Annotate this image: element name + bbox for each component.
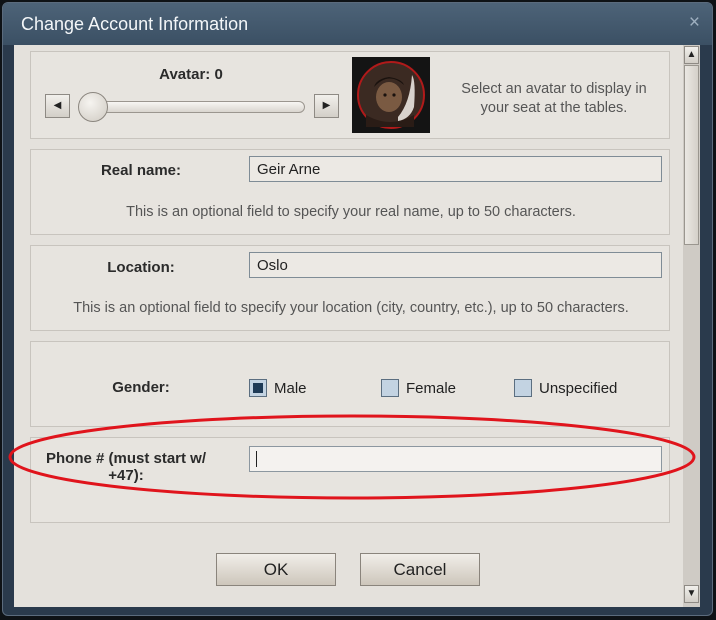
gender-male-checkbox[interactable]	[249, 379, 267, 397]
avatar-slider-track[interactable]	[79, 101, 305, 113]
location-field[interactable]: Oslo	[249, 252, 662, 278]
real-name-field[interactable]: Geir Arne	[249, 156, 662, 182]
real-name-section: Real name: Geir Arne This is an optional…	[30, 149, 670, 235]
checked-mark-icon	[253, 383, 263, 393]
avatar-slider-thumb[interactable]	[78, 92, 108, 122]
phone-field[interactable]	[249, 446, 662, 472]
phone-label: Phone # (must start w/ +47):	[45, 450, 207, 484]
location-help-text: This is an optional field to specify you…	[73, 300, 629, 316]
avatar-portrait-icon	[352, 57, 430, 133]
gender-unspecified-checkbox[interactable]	[514, 379, 532, 397]
avatar-next-button[interactable]: ▶	[314, 94, 339, 118]
gender-section: Gender: Male Female Unspecified	[30, 341, 670, 427]
scrollbar-thumb[interactable]	[684, 65, 699, 245]
avatar-label: Avatar: 0	[159, 66, 223, 83]
ok-button[interactable]: OK	[216, 553, 336, 586]
gender-male-label[interactable]: Male	[274, 380, 307, 397]
gender-label: Gender:	[112, 379, 170, 396]
avatar-prev-button[interactable]: ◀	[45, 94, 70, 118]
gender-unspecified-label[interactable]: Unspecified	[539, 380, 617, 397]
title-bar[interactable]: Change Account Information ×	[3, 3, 712, 45]
vertical-scrollbar[interactable]: ▲ ▼	[683, 45, 700, 607]
real-name-label: Real name:	[100, 162, 182, 179]
scroll-up-icon[interactable]: ▲	[684, 46, 699, 64]
phone-section: Phone # (must start w/ +47):	[30, 437, 670, 523]
cancel-button[interactable]: Cancel	[360, 553, 480, 586]
avatar-section: Avatar: 0 ◀ ▶ Select an avatar to displa…	[30, 51, 670, 139]
avatar-help-text: Select an avatar to display in your seat…	[461, 81, 647, 116]
avatar-image	[352, 57, 430, 133]
dialog-title: Change Account Information	[21, 14, 249, 34]
close-icon[interactable]: ×	[689, 13, 700, 33]
gender-female-label[interactable]: Female	[406, 380, 456, 397]
text-caret	[256, 451, 257, 467]
change-account-dialog: Change Account Information × Avatar: 0 ◀…	[2, 2, 713, 616]
location-label: Location:	[107, 259, 175, 276]
scroll-down-icon[interactable]: ▼	[684, 585, 699, 603]
dialog-content: Avatar: 0 ◀ ▶ Select an avatar to displa…	[14, 45, 700, 607]
gender-female-checkbox[interactable]	[381, 379, 399, 397]
location-section: Location: Oslo This is an optional field…	[30, 245, 670, 331]
real-name-help-text: This is an optional field to specify you…	[126, 204, 576, 220]
